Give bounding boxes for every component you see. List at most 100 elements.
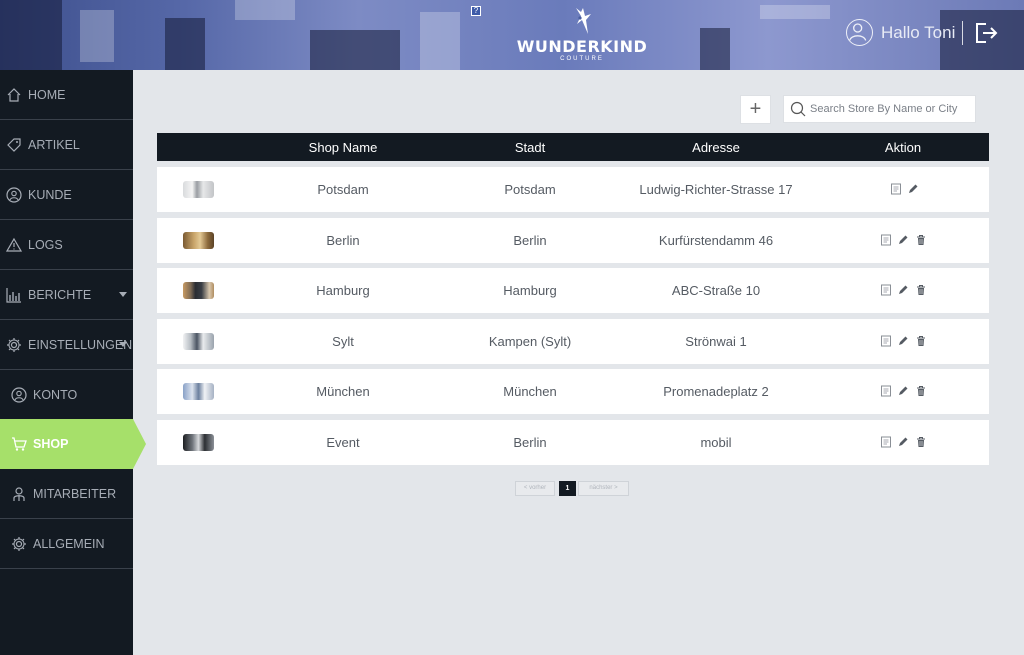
shop-name: Potsdam <box>317 182 369 197</box>
edit-icon[interactable] <box>897 335 909 347</box>
table-row[interactable]: Sylt Kampen (Sylt) Strönwai 1 <box>157 319 989 364</box>
search-input[interactable] <box>810 103 970 115</box>
sidebar-item-label: LOGS <box>28 237 63 252</box>
avatar-icon <box>846 19 873 46</box>
gear-icon <box>7 337 21 352</box>
sidebar-item-home[interactable]: HOME <box>0 70 133 120</box>
pagination-page-1[interactable]: 1 <box>559 481 576 496</box>
table-row[interactable]: Hamburg Hamburg ABC-Straße 10 <box>157 268 989 313</box>
trash-icon[interactable] <box>915 436 927 448</box>
table-row[interactable]: München München Promenadeplatz 2 <box>157 369 989 414</box>
chevron-down-icon <box>119 292 127 297</box>
logo-mark-icon <box>576 8 591 34</box>
trash-icon[interactable] <box>915 234 927 246</box>
edit-icon[interactable] <box>897 436 909 448</box>
search-box <box>783 95 976 123</box>
shop-name: Event <box>326 435 360 450</box>
help-icon[interactable]: ? <box>471 6 481 16</box>
employee-icon <box>13 486 25 501</box>
shop-thumbnail <box>183 181 214 198</box>
trash-icon[interactable] <box>915 385 927 397</box>
brand-name: WUNDERKIND <box>516 37 648 56</box>
edit-icon[interactable] <box>897 385 909 397</box>
shop-thumbnail <box>183 282 214 299</box>
trash-icon[interactable] <box>915 335 927 347</box>
table-row[interactable]: Berlin Berlin Kurfürstendamm 46 <box>157 218 989 263</box>
tag-icon <box>7 137 21 152</box>
brand-subtitle: COUTURE <box>560 56 604 62</box>
sidebar-item-artikel[interactable]: ARTIKEL <box>0 120 133 170</box>
home-icon <box>7 87 21 102</box>
search-icon <box>790 101 806 117</box>
header-divider <box>962 21 963 45</box>
column-header-stadt[interactable]: Stadt <box>515 140 545 155</box>
user-menu[interactable]: Hallo Toni <box>846 19 955 46</box>
sidebar-item-label: ALLGEMEIN <box>33 536 105 551</box>
cart-icon <box>12 437 27 451</box>
sidebar-item-allgemein[interactable]: ALLGEMEIN <box>0 519 133 569</box>
details-icon[interactable] <box>880 436 892 448</box>
shop-name: Sylt <box>332 334 354 349</box>
shop-city: München <box>503 384 557 399</box>
sidebar-item-einstellungen[interactable]: EINSTELLUNGEN <box>0 320 133 370</box>
edit-icon[interactable] <box>897 284 909 296</box>
shop-address: Ludwig-Richter-Strasse 17 <box>639 182 793 197</box>
sidebar-item-label: KONTO <box>33 387 78 402</box>
pagination-prev-button[interactable]: < vorher <box>515 481 555 496</box>
shop-thumbnail <box>183 383 214 400</box>
bar-chart-icon <box>6 287 21 303</box>
sidebar-item-label: ARTIKEL <box>28 137 80 152</box>
sidebar-item-label: EINSTELLUNGEN <box>28 337 133 352</box>
details-icon[interactable] <box>890 183 902 195</box>
column-header-adresse[interactable]: Adresse <box>692 140 740 155</box>
header-banner: ? WUNDERKIND COUTURE Hallo Toni <box>0 0 1024 70</box>
shop-thumbnail <box>183 333 214 350</box>
table-header: Shop Name Stadt Adresse Aktion <box>157 133 989 161</box>
shop-address: Strönwai 1 <box>685 334 747 349</box>
sidebar-item-logs[interactable]: LOGS <box>0 220 133 270</box>
shop-name: München <box>316 384 370 399</box>
chevron-down-icon <box>119 342 127 347</box>
details-icon[interactable] <box>880 385 892 397</box>
gear-icon <box>12 536 26 551</box>
shop-address: mobil <box>700 435 732 450</box>
sidebar-item-konto[interactable]: KONTO <box>0 370 133 420</box>
brand-logo[interactable]: WUNDERKIND COUTURE <box>512 6 652 63</box>
logout-icon[interactable] <box>974 22 998 44</box>
user-circle-icon <box>11 386 27 403</box>
edit-icon[interactable] <box>897 234 909 246</box>
edit-icon[interactable] <box>907 183 919 195</box>
shop-thumbnail <box>183 232 214 249</box>
shop-address: Promenadeplatz 2 <box>663 384 769 399</box>
table-row[interactable]: Event Berlin mobil <box>157 420 989 465</box>
user-greeting: Hallo Toni <box>881 22 956 42</box>
trash-icon[interactable] <box>915 284 927 296</box>
sidebar-item-label: MITARBEITER <box>33 486 117 501</box>
table-row[interactable]: Potsdam Potsdam Ludwig-Richter-Strasse 1… <box>157 167 989 212</box>
details-icon[interactable] <box>880 335 892 347</box>
shop-name: Berlin <box>326 233 360 248</box>
shop-name: Hamburg <box>316 283 370 298</box>
details-icon[interactable] <box>880 284 892 296</box>
sidebar-item-label: SHOP <box>33 437 69 451</box>
shop-thumbnail <box>183 434 214 451</box>
sidebar-item-label: BERICHTE <box>28 287 92 302</box>
shop-city: Berlin <box>513 435 547 450</box>
sidebar-item-label: KUNDE <box>28 187 72 202</box>
pagination-next-button[interactable]: nächster > <box>578 481 629 496</box>
customer-icon <box>6 186 22 203</box>
warning-icon <box>6 237 22 252</box>
add-shop-button[interactable]: + <box>740 95 771 124</box>
column-header-aktion: Aktion <box>884 140 922 155</box>
sidebar-item-mitarbeiter[interactable]: MITARBEITER <box>0 469 133 519</box>
sidebar-item-shop[interactable]: SHOP <box>0 419 146 469</box>
shop-city: Berlin <box>513 233 547 248</box>
sidebar-item-label: HOME <box>28 87 66 102</box>
details-icon[interactable] <box>880 234 892 246</box>
sidebar-item-kunde[interactable]: KUNDE <box>0 170 133 220</box>
column-header-shop-name[interactable]: Shop Name <box>309 140 378 155</box>
shop-city: Hamburg <box>503 283 557 298</box>
sidebar-item-berichte[interactable]: BERICHTE <box>0 270 133 320</box>
shop-address: Kurfürstendamm 46 <box>658 233 774 248</box>
shop-address: ABC-Straße 10 <box>671 283 761 298</box>
